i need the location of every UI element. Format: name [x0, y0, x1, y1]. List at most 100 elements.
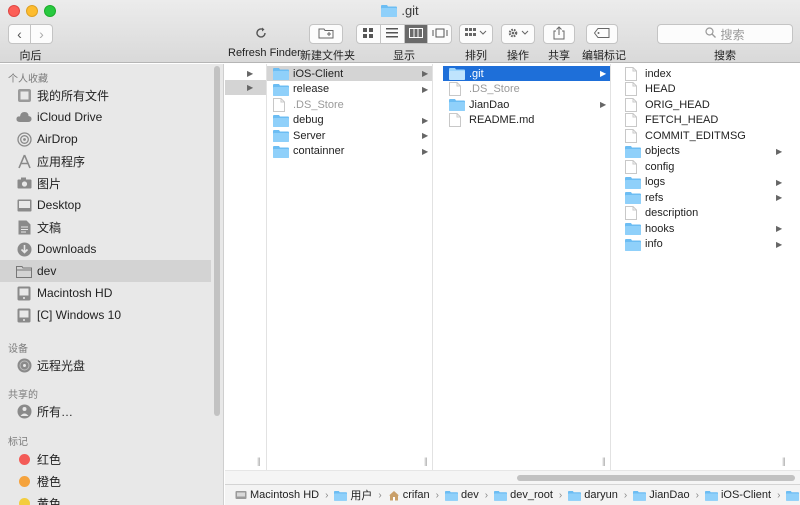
folder-icon — [633, 490, 647, 501]
new-folder-button[interactable] — [309, 24, 343, 44]
path-crumb[interactable]: dev_root — [494, 489, 553, 501]
file-row[interactable]: README.md — [443, 113, 610, 128]
sidebar-item-dev[interactable]: dev — [0, 260, 211, 282]
item-name: .DS_Store — [293, 98, 344, 111]
path-crumb[interactable]: Macintosh HD — [235, 489, 319, 501]
file-row[interactable]: COMMIT_EDITMSG — [620, 128, 790, 143]
share-button[interactable] — [543, 24, 575, 44]
path-crumb[interactable]: JianDao — [633, 489, 690, 501]
folder-row[interactable]: iOS-Client ▶ — [267, 66, 432, 81]
file-row[interactable]: .DS_Store — [267, 97, 432, 112]
folder-icon — [273, 114, 289, 127]
edit-tags-button[interactable] — [586, 24, 618, 44]
sidebar-item-tag-red[interactable]: 红色 — [0, 448, 211, 470]
folder-icon — [16, 263, 32, 279]
file-row[interactable]: index — [620, 66, 790, 81]
folder-row[interactable]: objects ▶ — [620, 144, 790, 159]
path-crumb[interactable]: daryun — [568, 489, 618, 501]
share-icon — [553, 25, 565, 43]
sidebar-item-documents[interactable]: 文稿 — [0, 216, 211, 238]
desktop-icon — [16, 197, 32, 213]
sidebar-item-windows-10[interactable]: [C] Windows 10 — [0, 304, 211, 326]
folder-icon — [334, 490, 348, 501]
item-name: refs — [645, 191, 664, 204]
folder-row[interactable]: hooks ▶ — [620, 221, 790, 236]
sidebar-item-all-files[interactable]: 我的所有文件 — [0, 84, 211, 106]
chevron-right-icon: ▶ — [422, 115, 429, 125]
arrange-button[interactable] — [459, 24, 493, 44]
scrollbar-thumb[interactable] — [517, 475, 795, 481]
column-2: iOS-Client ▶ release ▶ .DS_Store debug ▶ Server… — [267, 64, 433, 470]
column-resize-handle[interactable]: || — [257, 456, 261, 466]
path-crumb-label: JianDao — [649, 489, 690, 501]
drive-icon — [16, 307, 32, 323]
list-item[interactable]: ▶ — [225, 80, 266, 95]
folder-icon — [381, 4, 398, 20]
folder-icon — [273, 145, 289, 158]
sidebar-item-tag-orange[interactable]: 橙色 — [0, 470, 211, 492]
chevron-right-icon: › — [777, 489, 781, 501]
path-crumb[interactable]: iOS-Client — [704, 489, 772, 501]
column-resize-handle[interactable]: || — [782, 456, 786, 466]
sidebar-item-all-shared[interactable]: 所有… — [0, 400, 211, 422]
file-row[interactable]: .DS_Store — [443, 82, 610, 97]
refresh-button[interactable] — [250, 24, 272, 44]
folder-row[interactable]: containner ▶ — [267, 144, 432, 159]
horizontal-scrollbar[interactable] — [225, 470, 800, 484]
folder-row[interactable]: release ▶ — [267, 82, 432, 97]
column-resize-handle[interactable]: || — [602, 456, 606, 466]
sidebar-item-desktop[interactable]: Desktop — [0, 194, 211, 216]
chevron-right-icon: › — [435, 489, 440, 501]
back-button[interactable]: ‹ — [8, 24, 31, 44]
path-crumb[interactable]: 用户 — [334, 487, 372, 503]
file-row[interactable]: config — [620, 159, 790, 174]
list-item[interactable]: ▶ — [225, 66, 266, 81]
file-row[interactable]: ORIG_HEAD — [620, 97, 790, 112]
sidebar-item-macintosh-hd[interactable]: Macintosh HD — [0, 282, 211, 304]
path-crumb-label: iOS-Client — [720, 489, 772, 501]
folder-row[interactable]: logs ▶ — [620, 175, 790, 190]
gallery-view-button[interactable] — [428, 24, 452, 44]
sidebar-item-applications[interactable]: 应用程序 — [0, 150, 211, 172]
action-button[interactable] — [501, 24, 535, 44]
sidebar-item-airdrop[interactable]: AirDrop — [0, 128, 211, 150]
folder-row[interactable]: debug ▶ — [267, 113, 432, 128]
forward-button[interactable]: › — [31, 24, 53, 44]
sidebar-item-pictures[interactable]: 图片 — [0, 172, 211, 194]
icon-view-button[interactable] — [356, 24, 381, 44]
sidebar-item-icloud-drive[interactable]: iCloud Drive — [0, 106, 211, 128]
search-input[interactable]: 搜索 — [657, 24, 793, 44]
path-crumb-label: daryun — [584, 489, 618, 501]
file-icon — [449, 82, 465, 96]
column-resize-handle[interactable]: || — [424, 456, 428, 466]
sidebar-item-remote-disc[interactable]: 远程光盘 — [0, 354, 211, 376]
file-icon — [625, 66, 641, 81]
folder-row[interactable]: Server ▶ — [267, 128, 432, 143]
folder-row[interactable]: refs ▶ — [620, 190, 790, 205]
folder-icon — [273, 129, 289, 142]
column-view-button[interactable] — [404, 24, 429, 44]
hard-drive-icon — [16, 285, 32, 301]
favorites-header: 个人收藏 — [8, 74, 48, 85]
file-row[interactable]: description — [620, 206, 790, 221]
item-name: .DS_Store — [469, 83, 520, 95]
sidebar-item-tag-yellow[interactable]: 黄色 — [0, 492, 211, 505]
path-crumb[interactable]: dev — [445, 489, 479, 501]
sidebar-scrollbar[interactable] — [214, 66, 220, 416]
folder-row[interactable]: JianDao ▶ — [443, 97, 610, 112]
list-view-button[interactable] — [380, 24, 405, 44]
chevron-right-icon: › — [325, 489, 329, 501]
folder-row[interactable]: .git ▶ — [443, 66, 610, 81]
home-icon — [388, 490, 400, 501]
path-crumb[interactable]: crifan — [388, 489, 430, 501]
sidebar-item-downloads[interactable]: Downloads — [0, 238, 211, 260]
folder-row[interactable]: info ▶ — [620, 237, 790, 252]
cloud-icon — [16, 109, 32, 125]
path-crumb[interactable]: .git — [786, 489, 800, 501]
chevron-right-icon: ▶ — [247, 69, 254, 78]
column-3: .git ▶ .DS_Store JianDao ▶ README.md || — [443, 64, 611, 470]
arrange-icon — [465, 27, 487, 41]
file-row[interactable]: HEAD — [620, 82, 790, 97]
back-label: 向后 — [19, 50, 42, 62]
file-row[interactable]: FETCH_HEAD — [620, 113, 790, 128]
